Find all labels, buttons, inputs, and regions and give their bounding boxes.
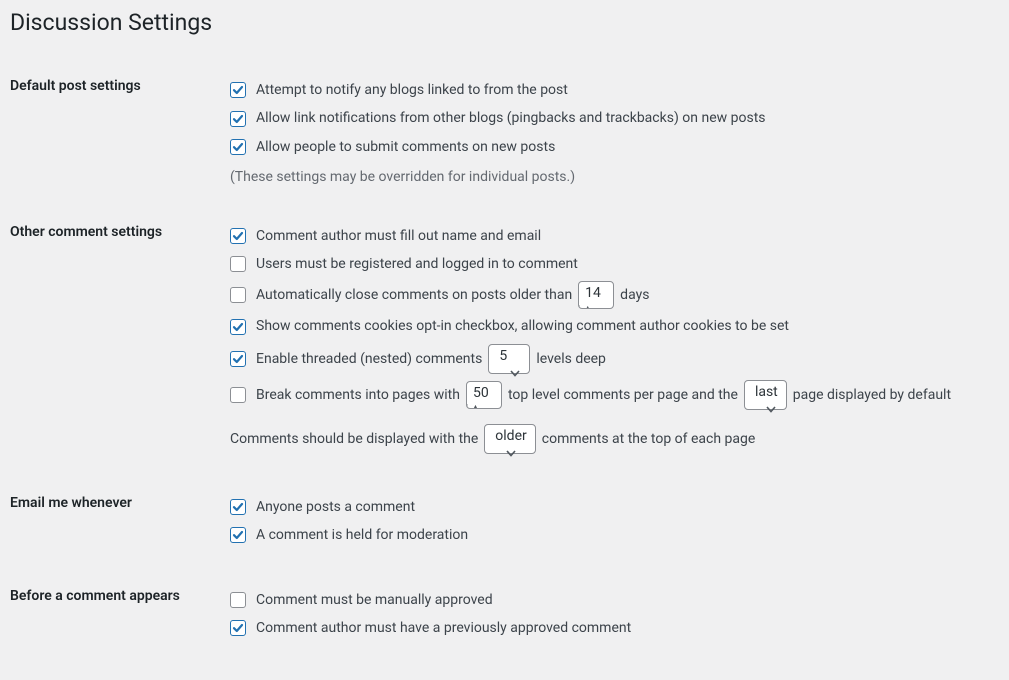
before-appears-heading: Before a comment appears (10, 568, 230, 661)
threaded-levels-select[interactable]: 5 (488, 344, 530, 374)
order-suffix: comments at the top of each page (542, 428, 756, 450)
spinner-up-icon[interactable]: ▲ (468, 404, 483, 409)
email-me-heading: Email me whenever (10, 475, 230, 568)
chevron-down-icon (509, 367, 521, 379)
paginate-comments-checkbox[interactable] (230, 387, 246, 403)
default-page-value: last (755, 384, 778, 400)
manually-approved-checkbox[interactable] (230, 592, 246, 608)
chevron-down-icon (505, 447, 517, 459)
default-post-settings-heading: Default post settings (10, 58, 230, 204)
auto-close-days-input[interactable]: 14 ▲ ▼ (578, 281, 614, 309)
require-name-email-label: Comment author must fill out name and em… (256, 225, 541, 247)
comment-order-select[interactable]: older (484, 424, 535, 454)
cookies-optin-label: Show comments cookies opt-in checkbox, a… (256, 315, 789, 337)
held-moderation-checkbox[interactable] (230, 527, 246, 543)
anyone-posts-checkbox[interactable] (230, 499, 246, 515)
comments-per-page-input[interactable]: 50 ▲ ▼ (466, 381, 502, 409)
other-comment-settings-heading: Other comment settings (10, 204, 230, 475)
auto-close-checkbox[interactable] (230, 287, 246, 303)
prev-approved-label: Comment author must have a previously ap… (256, 617, 631, 639)
comments-per-page-value: 50 (467, 382, 501, 404)
paginate-prefix: Break comments into pages with (256, 384, 460, 406)
prev-approved-checkbox[interactable] (230, 620, 246, 636)
auto-close-suffix: days (620, 284, 649, 306)
default-page-select[interactable]: last (744, 380, 787, 410)
order-prefix: Comments should be displayed with the (230, 428, 478, 450)
chevron-down-icon (765, 403, 777, 415)
auto-close-prefix: Automatically close comments on posts ol… (256, 284, 572, 306)
threaded-suffix: levels deep (536, 348, 606, 370)
anyone-posts-label: Anyone posts a comment (256, 496, 415, 518)
require-name-email-checkbox[interactable] (230, 228, 246, 244)
manually-approved-label: Comment must be manually approved (256, 589, 493, 611)
require-registered-label: Users must be registered and logged in t… (256, 253, 578, 275)
allow-comments-label: Allow people to submit comments on new p… (256, 136, 555, 158)
allow-pingbacks-checkbox[interactable] (230, 111, 246, 127)
threaded-prefix: Enable threaded (nested) comments (256, 348, 482, 370)
paginate-mid: top level comments per page and the (508, 384, 738, 406)
paginate-suffix: page displayed by default (793, 384, 951, 406)
default-post-note: (These settings may be overridden for in… (230, 166, 979, 188)
allow-pingbacks-label: Allow link notifications from other blog… (256, 107, 766, 129)
comment-order-value: older (495, 428, 526, 444)
threaded-comments-checkbox[interactable] (230, 351, 246, 367)
cookies-optin-checkbox[interactable] (230, 319, 246, 335)
allow-comments-checkbox[interactable] (230, 139, 246, 155)
notify-blogs-label: Attempt to notify any blogs linked to fr… (256, 79, 568, 101)
require-registered-checkbox[interactable] (230, 256, 246, 272)
spinner-up-icon[interactable]: ▲ (580, 305, 595, 310)
page-title: Discussion Settings (10, 0, 989, 40)
notify-blogs-checkbox[interactable] (230, 82, 246, 98)
auto-close-days-value: 14 (579, 282, 613, 304)
held-moderation-label: A comment is held for moderation (256, 524, 468, 546)
threaded-levels-value: 5 (499, 348, 507, 364)
